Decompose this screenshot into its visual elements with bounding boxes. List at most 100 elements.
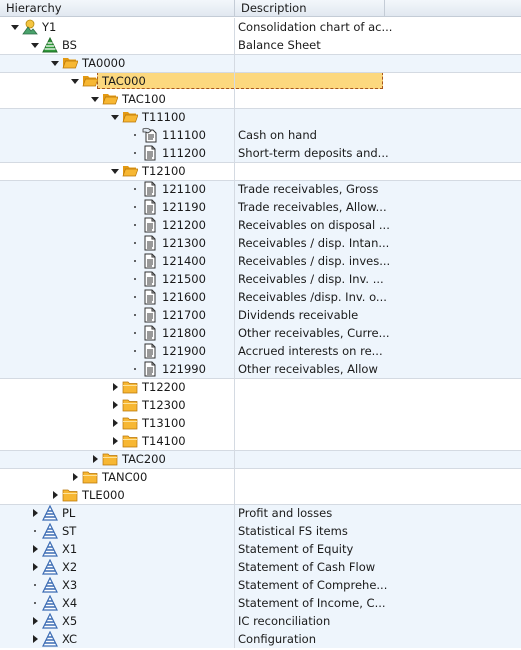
tree-node-cell[interactable]: 121200 (0, 216, 234, 234)
tree-node-cell[interactable]: TAC000 (0, 72, 234, 90)
tree-row[interactable]: T12300 (0, 396, 521, 414)
tree-row[interactable]: 121300 Receivables / disp. Intan... (0, 234, 521, 252)
expand-arrow-icon[interactable] (110, 414, 120, 432)
tree-node-cell[interactable]: T14100 (0, 432, 234, 450)
leaf-dot-icon (130, 144, 140, 162)
tree-node-cell[interactable]: T11100 (0, 108, 234, 126)
tree-node-cell[interactable]: X2 (0, 558, 234, 576)
tree-row[interactable]: TA0000 (0, 54, 521, 72)
tree-node-cell[interactable]: ST (0, 522, 234, 540)
tree-node-cell[interactable]: T12100 (0, 162, 234, 180)
tree-node-cell[interactable]: XC (0, 630, 234, 648)
tree-node-cell[interactable]: 121500 (0, 270, 234, 288)
expand-arrow-icon[interactable] (50, 486, 60, 504)
tree-row[interactable]: X2 Statement of Cash Flow (0, 558, 521, 576)
tree-node-cell[interactable]: TA0000 (0, 54, 234, 72)
tree-node-label: PL (62, 506, 76, 520)
tree-row[interactable]: BS Balance Sheet (0, 36, 521, 54)
tree-node-cell[interactable]: 121400 (0, 252, 234, 270)
column-header-description[interactable]: Description (235, 0, 385, 16)
tree-node-cell[interactable]: X1 (0, 540, 234, 558)
expand-arrow-icon[interactable] (70, 468, 80, 486)
tree-node-cell[interactable]: 121600 (0, 288, 234, 306)
tree-row[interactable]: PL Profit and losses (0, 504, 521, 522)
tree-row[interactable]: TAC200 (0, 450, 521, 468)
tree-node-cell[interactable]: TLE000 (0, 486, 234, 504)
leaf-dot-icon (130, 126, 140, 144)
tree-row[interactable]: Y1 Consolidation chart of ac... (0, 18, 521, 36)
tree-row[interactable]: 111100 Cash on hand (0, 126, 521, 144)
hierarchy-icon (42, 504, 58, 521)
tree-node-cell[interactable]: T12200 (0, 378, 234, 396)
tree-row[interactable]: TAC000 (0, 72, 521, 90)
expand-arrow-icon[interactable] (110, 396, 120, 414)
tree-node-cell[interactable]: 111100 (0, 126, 234, 144)
tree-node-cell[interactable]: 121990 (0, 360, 234, 378)
collapse-arrow-icon[interactable] (110, 108, 120, 126)
tree-node-cell[interactable]: TAC200 (0, 450, 234, 468)
tree-row[interactable]: XC Configuration (0, 630, 521, 648)
tree-row[interactable]: 121200 Receivables on disposal ... (0, 216, 521, 234)
tree-row[interactable]: 121900 Accrued interests on re... (0, 342, 521, 360)
tree-node-cell[interactable]: 121190 (0, 198, 234, 216)
expand-arrow-icon[interactable] (30, 558, 40, 576)
tree-node-cell[interactable]: X3 (0, 576, 234, 594)
collapse-arrow-icon[interactable] (90, 90, 100, 108)
tree-row[interactable]: X5 IC reconciliation (0, 612, 521, 630)
tree-row[interactable]: T12200 (0, 378, 521, 396)
collapse-arrow-icon[interactable] (10, 18, 20, 36)
tree-row[interactable]: T13100 (0, 414, 521, 432)
tree-row[interactable]: T14100 (0, 432, 521, 450)
hierarchy-tree[interactable]: Hierarchy Description Y1 Consolidation ch… (0, 0, 521, 649)
expand-arrow-icon[interactable] (30, 612, 40, 630)
collapse-arrow-icon[interactable] (110, 162, 120, 180)
tree-row[interactable]: 121600 Receivables /disp. Inv. o... (0, 288, 521, 306)
column-header-hierarchy[interactable]: Hierarchy (0, 0, 235, 16)
tree-node-label: X1 (62, 542, 78, 556)
tree-row[interactable]: 121700 Dividends receivable (0, 306, 521, 324)
tree-node-label: X2 (62, 560, 78, 574)
tree-node-cell[interactable]: PL (0, 504, 234, 522)
tree-node-cell[interactable]: BS (0, 36, 234, 54)
expand-arrow-icon[interactable] (110, 432, 120, 450)
tree-node-cell[interactable]: X4 (0, 594, 234, 612)
expand-arrow-icon[interactable] (90, 450, 100, 468)
tree-row[interactable]: 121190 Trade receivables, Allow... (0, 198, 521, 216)
expand-arrow-icon[interactable] (110, 378, 120, 396)
collapse-arrow-icon[interactable] (30, 36, 40, 54)
tree-node-cell[interactable]: TANC00 (0, 468, 234, 486)
tree-row[interactable]: T11100 (0, 108, 521, 126)
tree-row[interactable]: TLE000 (0, 486, 521, 504)
tree-row[interactable]: TANC00 (0, 468, 521, 486)
tree-row[interactable]: X4 Statement of Income, C... (0, 594, 521, 612)
tree-row[interactable]: 121400 Receivables / disp. inves... (0, 252, 521, 270)
tree-row[interactable]: 121100 Trade receivables, Gross (0, 180, 521, 198)
tree-row[interactable]: 121990 Other receivables, Allow (0, 360, 521, 378)
expand-arrow-icon[interactable] (30, 504, 40, 522)
tree-row[interactable]: X1 Statement of Equity (0, 540, 521, 558)
tree-node-cell[interactable]: T13100 (0, 414, 234, 432)
tree-node-cell[interactable]: 121800 (0, 324, 234, 342)
hierarchy-icon (42, 630, 58, 647)
tree-row[interactable]: X3 Statement of Comprehe... (0, 576, 521, 594)
tree-node-cell[interactable]: 121100 (0, 180, 234, 198)
tree-node-cell[interactable]: T12300 (0, 396, 234, 414)
collapse-arrow-icon[interactable] (50, 54, 60, 72)
tree-row[interactable]: 121800 Other receivables, Curre... (0, 324, 521, 342)
tree-node-cell[interactable]: 111200 (0, 144, 234, 162)
tree-row[interactable]: ST Statistical FS items (0, 522, 521, 540)
tree-node-cell[interactable]: X5 (0, 612, 234, 630)
document-icon (142, 307, 158, 323)
tree-node-cell[interactable]: 121300 (0, 234, 234, 252)
tree-node-cell[interactable]: 121700 (0, 306, 234, 324)
tree-node-cell[interactable]: 121900 (0, 342, 234, 360)
tree-node-cell[interactable]: Y1 (0, 18, 234, 36)
tree-row[interactable]: 121500 Receivables / disp. Inv. ... (0, 270, 521, 288)
tree-row[interactable]: 111200 Short-term deposits and... (0, 144, 521, 162)
tree-row[interactable]: T12100 (0, 162, 521, 180)
tree-node-cell[interactable]: TAC100 (0, 90, 234, 108)
expand-arrow-icon[interactable] (30, 630, 40, 648)
tree-row[interactable]: TAC100 (0, 90, 521, 108)
expand-arrow-icon[interactable] (30, 540, 40, 558)
collapse-arrow-icon[interactable] (70, 72, 80, 90)
